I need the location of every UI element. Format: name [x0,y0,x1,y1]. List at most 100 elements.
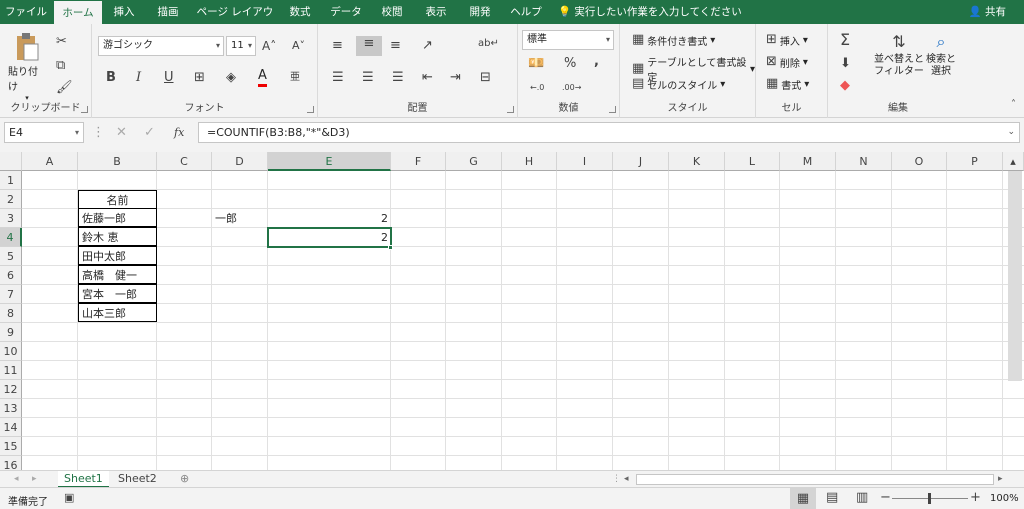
column-header[interactable]: O [892,152,947,171]
row-header[interactable]: 5 [0,247,22,266]
format-painter-icon[interactable]: 🖌 [56,80,73,96]
cell-B5[interactable]: 田中太郎 [78,246,157,265]
align-center-icon[interactable]: ☰ [362,70,374,86]
column-header[interactable]: E [268,152,391,171]
formula-input[interactable]: =COUNTIF(B3:B8,"*"&D3) ⌄ [198,122,1020,143]
border-icon[interactable]: ⊞ [194,70,205,86]
prev-sheet-icon[interactable]: ◂ [14,471,19,487]
new-sheet-icon[interactable]: ⊕ [180,471,189,487]
column-header[interactable]: P [947,152,1003,171]
column-header[interactable]: L [725,152,780,171]
zoom-level[interactable]: 100% [990,493,1019,504]
format-cells-button[interactable]: ▦ 書式 ▾ [766,76,809,92]
decrease-indent-icon[interactable]: ⇤ [422,70,433,86]
column-header[interactable]: J [613,152,669,171]
dialog-launcher-icon[interactable] [609,106,616,113]
sheet-tab-sheet1[interactable]: Sheet1 [58,471,109,488]
zoom-out-icon[interactable]: − [880,490,891,506]
conditional-formatting-button[interactable]: ▦ 条件付き書式 ▾ [632,32,715,48]
row-header[interactable]: 10 [0,342,22,361]
row-header[interactable]: 9 [0,323,22,342]
tab-file[interactable]: ファイル [0,0,52,24]
column-header[interactable]: C [157,152,212,171]
column-header[interactable]: G [446,152,502,171]
fill-color-icon[interactable]: ◈ [226,70,236,86]
align-bottom-icon[interactable]: ≡ [390,38,401,54]
name-box[interactable]: E4 ▾ [4,122,84,143]
align-middle-icon[interactable]: ≡ [356,36,382,56]
column-header[interactable]: A [22,152,78,171]
row-header[interactable]: 2 [0,190,22,209]
expand-formula-icon[interactable]: ⌄ [1007,123,1015,142]
cancel-icon[interactable]: ✕ [116,125,127,141]
percent-button[interactable]: % [564,56,576,72]
sort-filter-button[interactable]: ⇅ 並べ替えと フィルター [874,30,924,78]
row-header[interactable]: 12 [0,380,22,399]
row-header[interactable]: 15 [0,437,22,456]
copy-icon[interactable]: ⧉ [56,58,65,74]
delete-cells-button[interactable]: ⊠ 削除 ▾ [766,54,808,70]
insert-cells-button[interactable]: ⊞ 挿入 ▾ [766,32,808,48]
dialog-launcher-icon[interactable] [81,106,88,113]
font-color-icon[interactable]: A [258,68,267,87]
align-right-icon[interactable]: ☰ [392,70,404,86]
column-header[interactable]: I [557,152,613,171]
page-layout-view-icon[interactable]: ▤ [826,490,838,506]
collapse-ribbon-icon[interactable]: ˄ [1011,97,1016,113]
clear-icon[interactable]: ◆ [840,78,850,94]
cell-B3[interactable]: 佐藤一郎 [78,208,157,227]
cell-E3[interactable]: 2 [268,209,391,228]
worksheet-grid[interactable]: A B C D E F G H I J K L M N O P ▴ 1 2 3 … [0,152,1024,470]
number-format-combo[interactable]: 標準 ▾ [522,30,614,50]
cell-B6[interactable]: 高橋 健一 [78,265,157,284]
cell-D3[interactable]: 一郎 [212,209,268,228]
row-header[interactable]: 7 [0,285,22,304]
decrease-font-icon[interactable]: A˅ [292,38,305,54]
find-select-button[interactable]: ⌕ 検索と 選択 [926,30,956,78]
column-header[interactable]: H [502,152,557,171]
row-header[interactable]: 11 [0,361,22,380]
fill-handle[interactable] [388,245,393,250]
column-header[interactable]: D [212,152,268,171]
row-header[interactable]: 6 [0,266,22,285]
tab-home[interactable]: ホーム [54,1,102,24]
font-name-combo[interactable]: 游ゴシック ▾ [98,36,224,56]
bold-button[interactable]: B [106,70,116,86]
page-break-view-icon[interactable]: ▥ [856,490,868,506]
tab-developer[interactable]: 開発 [458,0,502,24]
align-left-icon[interactable]: ☰ [332,70,344,86]
column-header[interactable]: N [836,152,892,171]
autosum-icon[interactable]: Σ [840,32,850,48]
tab-page-layout[interactable]: ページ レイアウト [192,0,278,42]
decrease-decimal-icon[interactable]: .00→ [562,80,581,96]
italic-button[interactable]: I [136,70,141,86]
scroll-right-icon[interactable]: ▸ [998,471,1003,487]
cut-icon[interactable]: ✂ [56,34,67,50]
share-button[interactable]: 👤 共有 [969,0,1006,24]
increase-font-icon[interactable]: A˄ [262,38,276,54]
increase-decimal-icon[interactable]: ←.0 [530,80,544,96]
font-size-combo[interactable]: 11 ▾ [226,36,256,56]
tab-review[interactable]: 校閲 [370,0,414,24]
horizontal-scroll-thumb[interactable] [636,474,994,485]
tab-insert[interactable]: 挿入 [104,0,144,24]
enter-icon[interactable]: ✓ [144,125,155,141]
more-sheets-icon[interactable]: ⋮ [612,471,621,487]
wrap-text-icon[interactable]: ab↵ [478,36,499,52]
row-header[interactable]: 16 [0,456,22,470]
select-all-corner[interactable] [0,152,22,171]
row-header[interactable]: 1 [0,171,22,190]
phonetic-icon[interactable]: 亜 [290,70,300,86]
orientation-icon[interactable]: ↗ [422,38,433,54]
tab-formulas[interactable]: 数式 [280,0,320,24]
dialog-launcher-icon[interactable] [307,106,314,113]
zoom-slider-thumb[interactable] [928,493,931,504]
paste-button[interactable]: 貼り付け ▾ [8,32,46,102]
macro-record-icon[interactable]: ▣ [64,490,74,506]
dialog-launcher-icon[interactable] [507,106,514,113]
comma-button[interactable]: , [594,54,599,70]
tab-view[interactable]: 表示 [416,0,456,24]
row-header[interactable]: 13 [0,399,22,418]
tab-help[interactable]: ヘルプ [504,0,548,24]
row-header[interactable]: 3 [0,209,22,228]
